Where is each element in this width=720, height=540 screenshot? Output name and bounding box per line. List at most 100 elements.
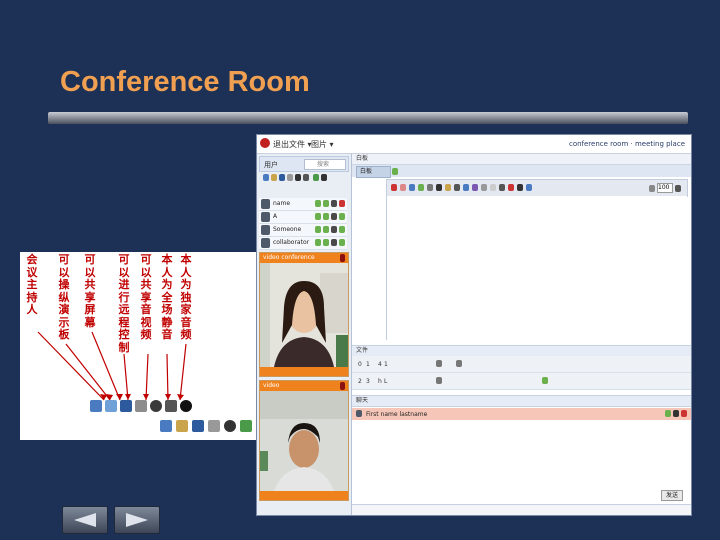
mic-icon[interactable] [340,254,345,262]
video-panel: video [259,380,349,501]
microphone-icon[interactable] [150,400,162,412]
file-cell: 1 [366,361,370,368]
clear-icon[interactable] [508,184,514,191]
monitor-icon[interactable] [279,174,285,181]
fit-icon[interactable] [649,184,655,192]
chat-log[interactable] [352,420,691,492]
video-panel: video conference [259,252,349,377]
export-icon[interactable] [526,184,532,191]
avatar [261,225,270,235]
status-icon [323,200,329,207]
remote-control-icon[interactable] [135,400,147,412]
status-icon [542,377,548,384]
mic-icon[interactable] [673,410,679,417]
speaker-icon[interactable] [321,174,327,181]
ellipse-icon[interactable] [490,184,496,191]
save-icon[interactable] [517,184,523,191]
status-icon [339,213,345,220]
rect-icon[interactable] [481,184,487,191]
pen-icon[interactable] [418,184,424,191]
highlighter-icon[interactable] [445,184,451,191]
status-icon [665,410,671,417]
screen-share-icon[interactable] [120,400,132,412]
status-icon [315,226,321,233]
status-icon [315,213,321,220]
host-icon[interactable] [90,400,102,412]
add-user-icon[interactable] [313,174,319,181]
menu-exit[interactable]: 退出 [273,139,289,150]
key-icon[interactable] [271,174,277,181]
file-cell: L [384,378,388,385]
mic-icon[interactable] [331,226,337,233]
status-icon [339,226,345,233]
send-button[interactable]: 发送 [661,490,683,501]
permission-toolbar [90,397,192,415]
whiteboard-icon[interactable] [105,400,117,412]
exclusive-audio-icon[interactable] [180,400,192,412]
add-tab-icon[interactable] [392,168,398,175]
annotation-screen-share: 可以共享屏幕 [84,253,96,329]
annotation-host: 会议主持人 [26,253,38,316]
whiteboard-tab[interactable]: 白板 [356,166,391,178]
status-icon [315,200,321,207]
next-slide-button[interactable] [114,506,160,534]
chevron-down-icon[interactable] [675,184,681,192]
line-icon[interactable] [454,184,460,191]
file-row[interactable]: 2 3 h L [352,373,691,390]
user-row[interactable]: collaborator [259,237,347,250]
video-titlebar: video [260,381,348,391]
webcam-icon[interactable] [165,400,177,412]
avatar [261,212,270,222]
shape-icon[interactable] [472,184,478,191]
user-search-input[interactable]: 搜索 [304,159,346,170]
prev-slide-button[interactable] [62,506,108,534]
user-name: name [273,200,291,207]
status-icon [323,226,329,233]
user-icon[interactable] [263,174,269,181]
menu-file[interactable]: 文件 ▾ [289,139,312,150]
user-row[interactable]: name [259,198,347,211]
status-icon [323,213,329,220]
mic-icon[interactable] [331,213,337,220]
file-icon [436,377,442,384]
status-icon [315,239,321,246]
annotation-remote-control: 可以进行远程控制 [118,253,130,354]
mic-icon[interactable] [295,174,301,181]
mic-icon[interactable] [331,200,337,207]
monitor-icon[interactable] [192,420,204,432]
text-icon[interactable] [436,184,442,191]
menu-image[interactable]: 图片 ▾ [311,139,334,150]
user-icon[interactable] [160,420,172,432]
pointer-icon[interactable] [287,174,293,181]
image-icon[interactable] [499,184,505,191]
file-row[interactable]: 0 1 4 1 [352,356,691,373]
user-name: collaborator [273,239,310,246]
mic-icon[interactable] [224,420,236,432]
mic-icon[interactable] [340,382,345,390]
add-user-icon[interactable] [240,420,252,432]
zoom-level[interactable]: 100 [657,183,673,193]
mic-icon[interactable] [331,239,337,246]
arrow-left-icon [74,513,96,527]
avatar [261,199,270,209]
users-toolbar [259,172,347,184]
zoom-control: 100 [649,183,681,193]
whiteboard-canvas[interactable] [386,196,687,340]
stop-icon[interactable] [391,184,397,191]
status-icon [339,239,345,246]
key-icon[interactable] [176,420,188,432]
pointer-icon[interactable] [208,420,220,432]
select-icon[interactable] [409,184,415,191]
eraser-icon[interactable] [400,184,406,191]
arrow-icon[interactable] [463,184,469,191]
user-row[interactable]: Someone [259,224,347,237]
chat-username: First name lastname [366,411,428,418]
webcam-icon[interactable] [303,174,309,181]
app-menubar: 退出 文件 ▾ 图片 ▾ conference room · meeting p… [257,135,691,154]
chat-section-header[interactable]: 聊天 [352,395,691,407]
record-icon [339,200,345,207]
session-title: conference room · meeting place [568,140,685,148]
pointer-icon[interactable] [427,184,433,191]
user-row[interactable]: A [259,211,347,224]
arrow-right-icon [126,513,148,527]
